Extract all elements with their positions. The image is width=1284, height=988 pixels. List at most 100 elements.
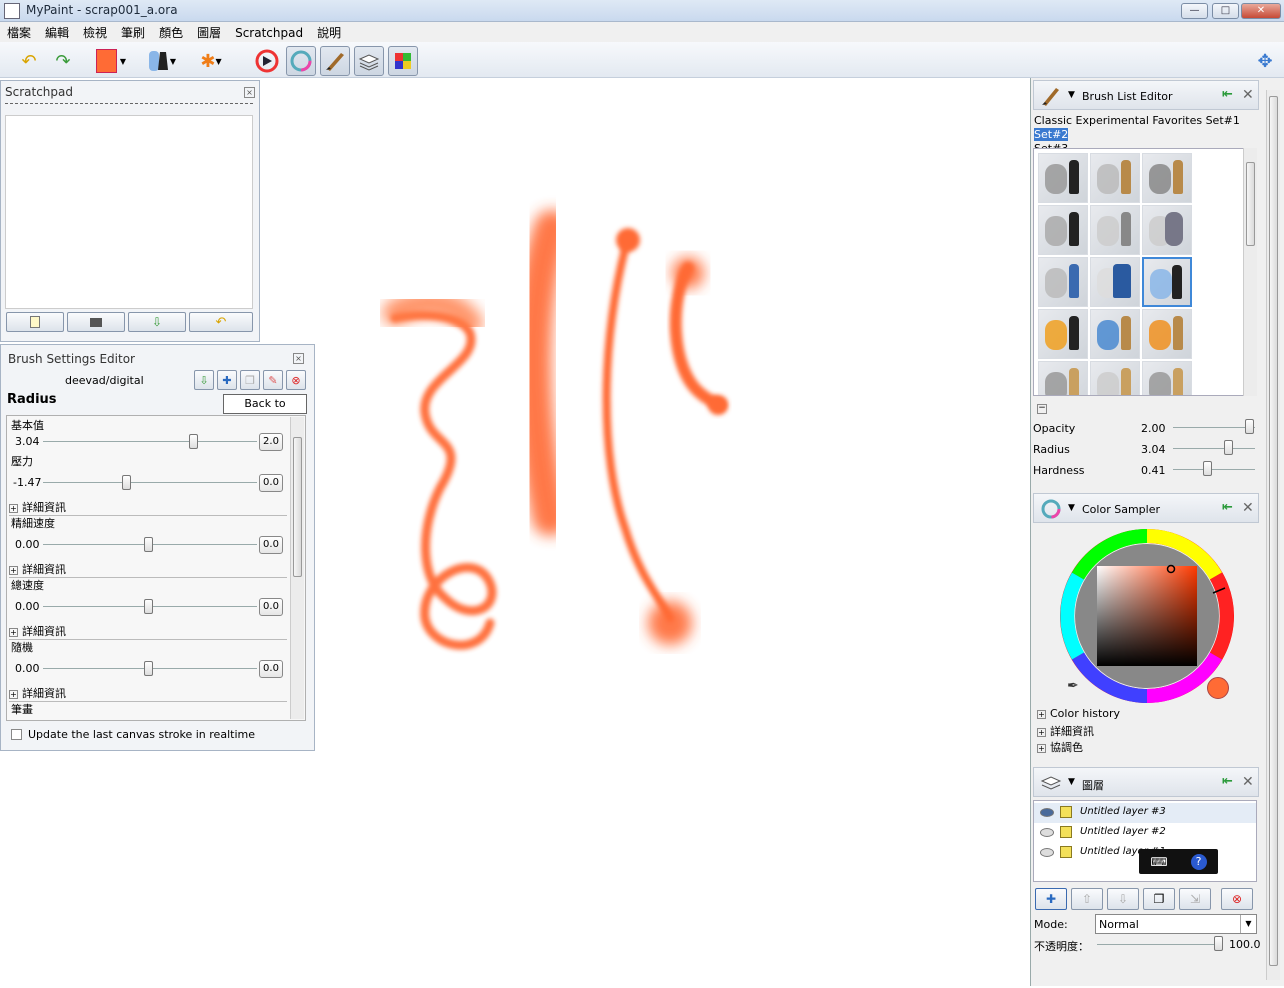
mode-select[interactable]: Normal ▼ [1095, 914, 1257, 934]
copy-brush-button[interactable]: ❐ [240, 370, 260, 390]
save-brush-button[interactable]: ⇩ [194, 370, 214, 390]
value-box[interactable]: 2.0 [259, 433, 283, 451]
slider-thumb[interactable] [144, 661, 153, 676]
dock-pin-icon[interactable]: ⇤ [1222, 501, 1236, 515]
value-box[interactable]: 0.0 [259, 660, 283, 678]
scratchpad-save-button[interactable]: ⇩ [128, 312, 186, 332]
move-layer-down-button[interactable]: ⇩ [1107, 888, 1139, 910]
brush-groups-list[interactable]: Classic Experimental Favorites Set#1 [1034, 114, 1240, 127]
delete-brush-button[interactable]: ⊗ [286, 370, 306, 390]
input-panel-overlay[interactable]: ⌨ ? [1139, 849, 1218, 874]
brush-icon[interactable] [320, 46, 350, 76]
add-layer-button[interactable]: ✚ [1035, 888, 1067, 910]
dock-close-icon[interactable]: ✕ [1242, 774, 1254, 790]
details-expander[interactable]: + 詳細資訊 [9, 561, 66, 577]
collapse-icon[interactable]: − [1037, 404, 1047, 414]
brush-thumb[interactable] [1038, 361, 1088, 395]
brush-group-selected[interactable]: Set#2 [1034, 128, 1069, 141]
brush-thumb[interactable] [1090, 205, 1140, 255]
eye-icon[interactable] [1040, 848, 1054, 857]
redo-icon[interactable]: ↷ [48, 46, 78, 76]
harmonies-expander[interactable]: + 協調色 [1037, 739, 1083, 755]
value-box[interactable]: 0.0 [259, 474, 283, 492]
eye-icon[interactable] [1040, 828, 1054, 837]
close-button[interactable]: ✕ [1241, 3, 1281, 19]
merge-layer-button[interactable]: ⇲ [1179, 888, 1211, 910]
scroll-thumb[interactable] [1269, 96, 1278, 966]
scratchpad-close-icon[interactable]: × [244, 87, 255, 98]
scratchpad-area[interactable] [5, 115, 253, 309]
color-wheel-icon[interactable] [252, 46, 282, 76]
settings-scrollbar[interactable] [290, 417, 304, 719]
details-expander[interactable]: + 詳細資訊 [9, 685, 66, 701]
brush-selector-button[interactable]: ▼ [146, 46, 176, 76]
keyboard-icon[interactable]: ⌨ [1150, 855, 1167, 869]
color-ring-icon[interactable] [286, 46, 316, 76]
duplicate-layer-button[interactable]: ❐ [1143, 888, 1175, 910]
slider-thumb[interactable] [144, 599, 153, 614]
dropdown-arrow-icon[interactable]: ▼ [1068, 503, 1075, 513]
realtime-checkbox[interactable] [11, 729, 22, 740]
menu-file[interactable]: 檔案 [0, 22, 38, 41]
value-box[interactable]: 0.0 [259, 598, 283, 616]
opacity-slider-thumb[interactable] [1245, 419, 1254, 434]
lock-icon[interactable] [1060, 826, 1072, 838]
fullscreen-icon[interactable]: ✥ [1250, 46, 1280, 76]
dropdown-arrow-icon[interactable]: ▼ [1068, 777, 1075, 787]
eye-icon[interactable] [1040, 808, 1054, 817]
brush-thumb[interactable] [1090, 309, 1140, 359]
details-expander[interactable]: + 詳細資訊 [9, 623, 66, 639]
lock-icon[interactable] [1060, 806, 1072, 818]
brush-thumb[interactable] [1142, 309, 1192, 359]
back-to-settings-tooltip[interactable]: Back to settings [223, 394, 307, 428]
dock-pin-icon[interactable]: ⇤ [1222, 88, 1236, 102]
brush-thumb[interactable] [1090, 361, 1140, 395]
symmetry-icon[interactable]: ✱ ▼ [196, 46, 226, 76]
scratchpad-new-button[interactable] [6, 312, 64, 332]
undo-icon[interactable]: ↶ [14, 46, 44, 76]
menu-edit[interactable]: 編輯 [38, 22, 76, 41]
menu-scratchpad[interactable]: Scratchpad [228, 24, 310, 40]
dock-pin-icon[interactable]: ⇤ [1222, 775, 1236, 789]
brush-thumb-selected[interactable] [1142, 257, 1192, 307]
details-expander[interactable]: + 詳細資訊 [1037, 723, 1094, 739]
brush-thumb[interactable] [1038, 257, 1088, 307]
brush-settings-close-icon[interactable]: × [293, 353, 304, 364]
dropdown-arrow-icon[interactable]: ▼ [1068, 90, 1075, 100]
menu-brush[interactable]: 筆刷 [114, 22, 152, 41]
layer-row[interactable]: Untitled layer #2 [1034, 823, 1256, 843]
edit-brush-button[interactable]: ✎ [263, 370, 283, 390]
brush-thumb[interactable] [1142, 153, 1192, 203]
slider-thumb[interactable] [189, 434, 198, 449]
brush-thumb[interactable] [1038, 153, 1088, 203]
layer-row[interactable]: Untitled layer #3 [1034, 803, 1256, 823]
palette-icon[interactable] [388, 46, 418, 76]
delete-layer-button[interactable]: ⊗ [1221, 888, 1253, 910]
menu-layer[interactable]: 圖層 [190, 22, 228, 41]
brush-grid-scrollbar[interactable] [1243, 148, 1257, 396]
color-history-expander[interactable]: + Color history [1037, 707, 1120, 720]
brush-thumb[interactable] [1090, 153, 1140, 203]
scratchpad-open-button[interactable] [67, 312, 125, 332]
move-layer-up-button[interactable]: ⇧ [1071, 888, 1103, 910]
menu-color[interactable]: 顏色 [152, 22, 190, 41]
brush-thumb[interactable] [1038, 205, 1088, 255]
dock-scrollbar[interactable] [1266, 90, 1280, 980]
slider-thumb[interactable] [122, 475, 131, 490]
scroll-thumb[interactable] [1246, 162, 1255, 246]
dock-close-icon[interactable]: ✕ [1242, 500, 1254, 516]
scratchpad-revert-button[interactable]: ↶ [189, 312, 253, 332]
lock-icon[interactable] [1060, 846, 1072, 858]
help-icon[interactable]: ? [1190, 853, 1207, 870]
menu-view[interactable]: 檢視 [76, 22, 114, 41]
dock-close-icon[interactable]: ✕ [1242, 87, 1254, 103]
brush-thumb[interactable] [1142, 361, 1192, 395]
eyedropper-icon[interactable]: ✒ [1067, 678, 1079, 694]
slider-thumb[interactable] [144, 537, 153, 552]
scroll-thumb[interactable] [293, 437, 302, 577]
layers-icon[interactable] [354, 46, 384, 76]
chevron-down-icon[interactable]: ▼ [1240, 915, 1256, 933]
brush-thumb[interactable] [1142, 205, 1192, 255]
brush-thumb[interactable] [1038, 309, 1088, 359]
color-swatch-button[interactable]: ▼ [96, 46, 126, 76]
